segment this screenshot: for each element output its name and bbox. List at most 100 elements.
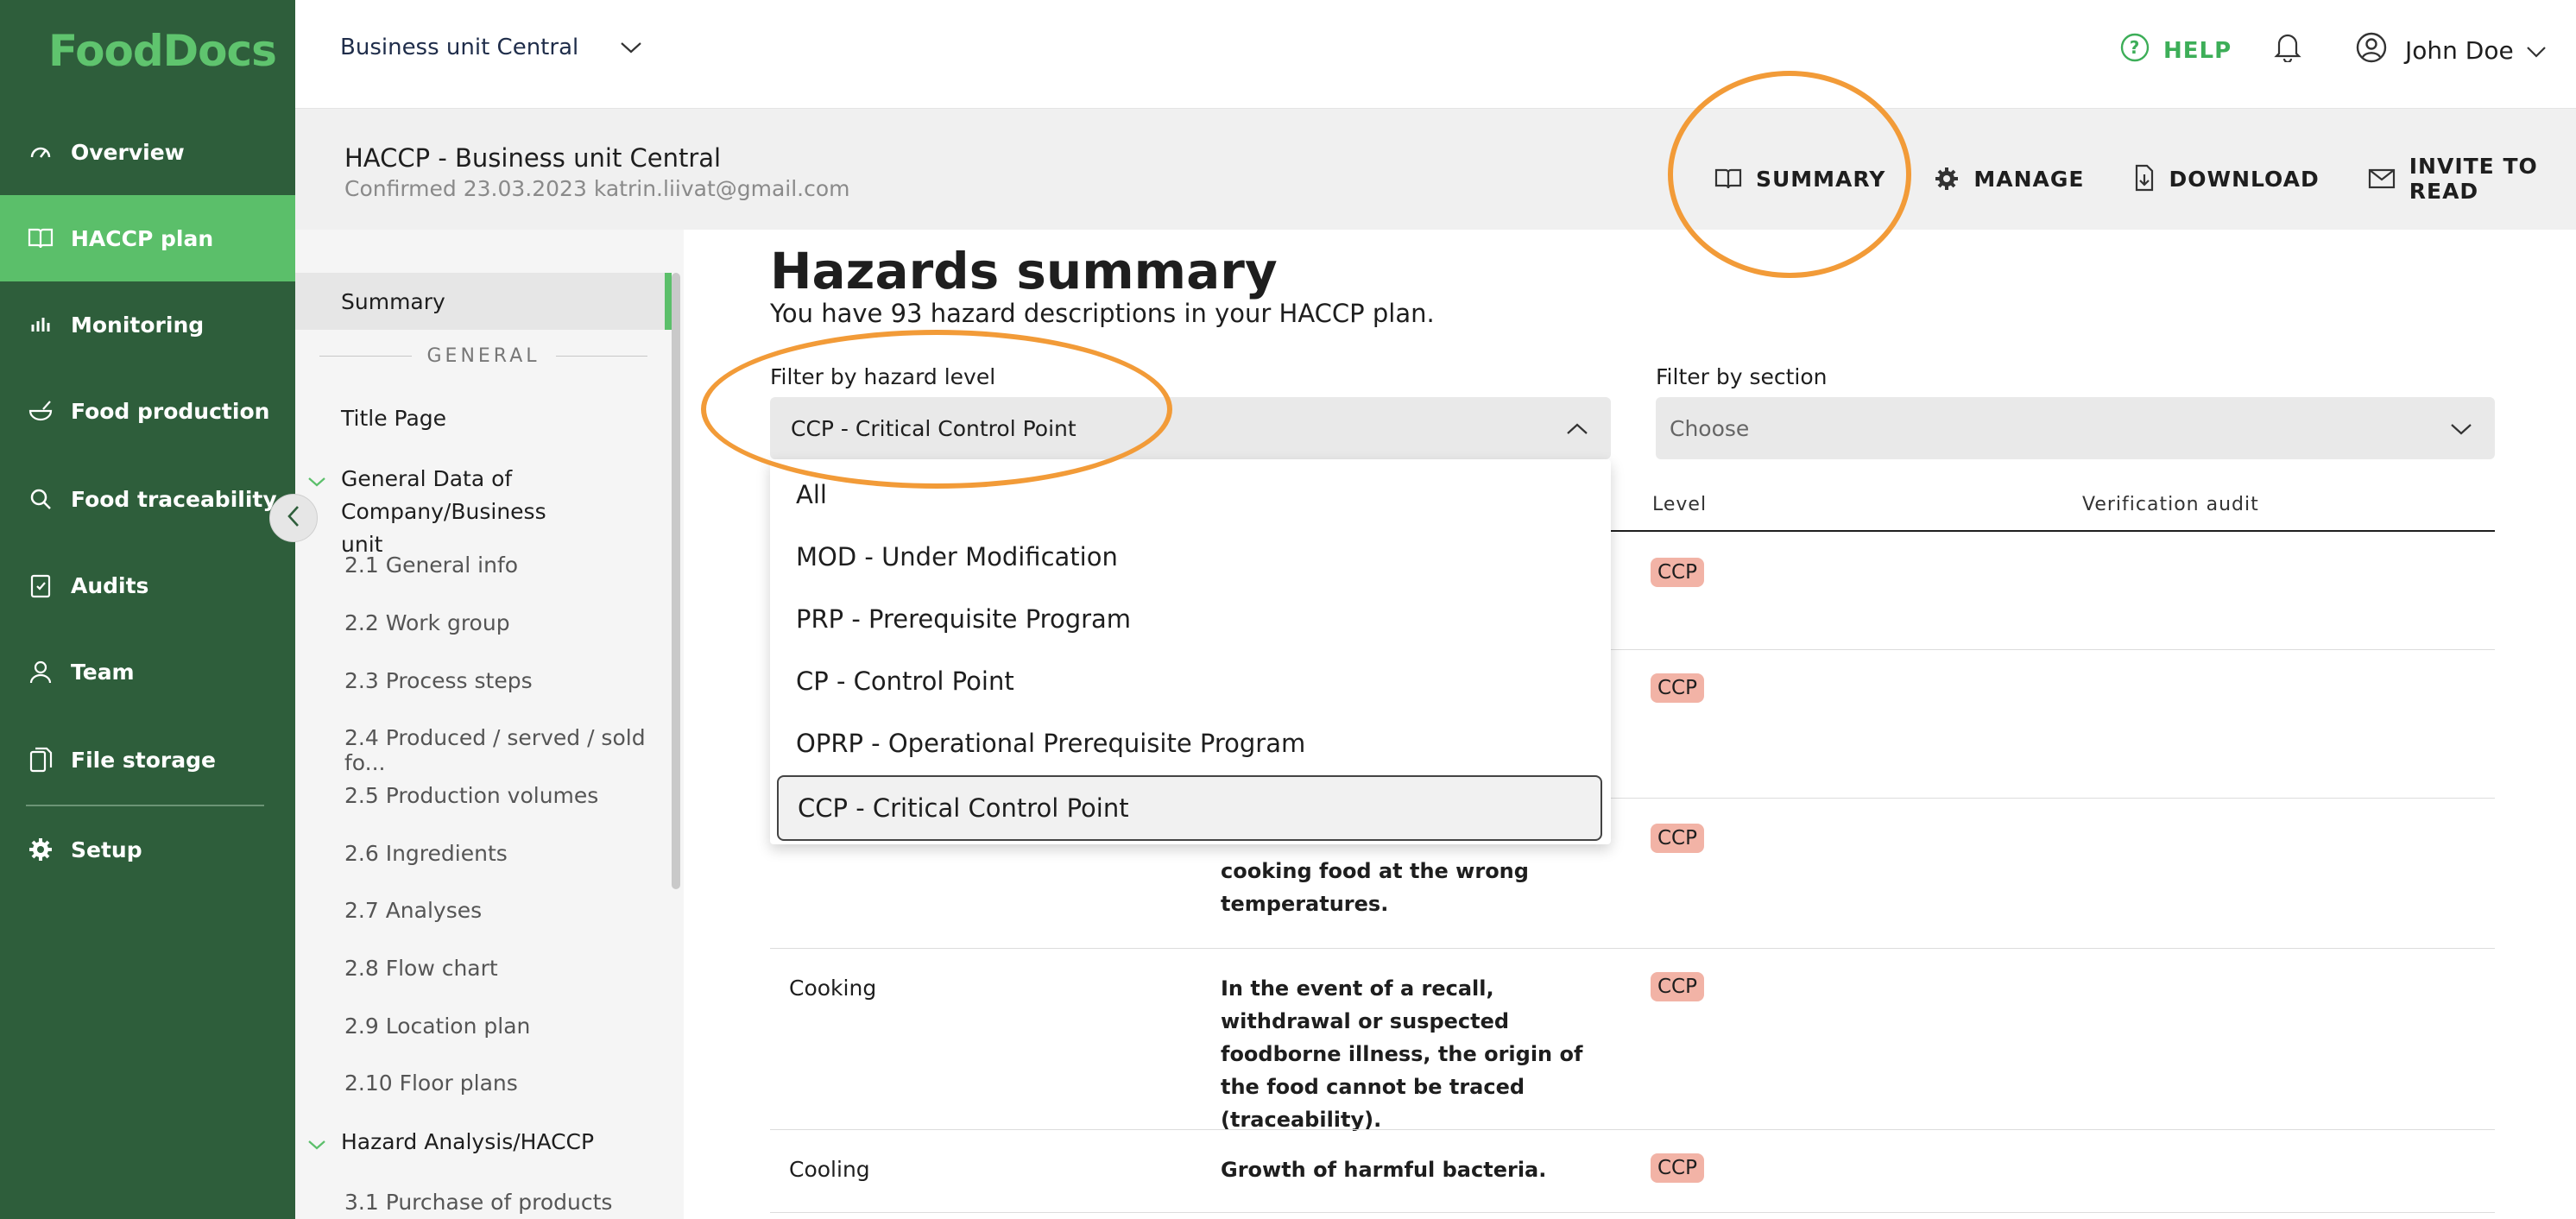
help-label: HELP	[2163, 37, 2232, 64]
sidebar-item-label: Setup	[71, 837, 142, 862]
divider	[319, 356, 412, 357]
sidebar-item-label: HACCP plan	[71, 225, 214, 251]
user-icon	[26, 657, 55, 686]
sidebar-item-label: File storage	[71, 747, 216, 773]
invite-label: INVITE TO READ	[2409, 154, 2538, 204]
invite-to-read-button[interactable]: INVITE TO READ	[2368, 154, 2576, 204]
toc-hazard-analysis-label: Hazard Analysis/HACCP	[341, 1129, 595, 1154]
download-button[interactable]: DOWNLOAD	[2133, 164, 2320, 193]
toc-title-page[interactable]: Title Page	[295, 406, 672, 431]
bell-icon[interactable]	[2274, 31, 2301, 66]
toc-scrollbar[interactable]	[672, 273, 680, 889]
sidebar-item-file-storage[interactable]: File storage	[0, 717, 295, 803]
toc-sub-item[interactable]: 2.5 Production volumes	[295, 783, 672, 808]
chevron-left-icon	[287, 505, 300, 531]
toc-summary[interactable]: Summary	[295, 273, 672, 330]
toc-summary-label: Summary	[341, 288, 445, 314]
collapse-sidebar-button[interactable]	[269, 494, 318, 542]
chevron-up-icon	[1566, 416, 1588, 441]
clipboard-icon	[26, 571, 55, 600]
dropdown-option-cp[interactable]: CP - Control Point	[796, 666, 1014, 696]
hazard-text: cooking food at the wrong temperatures.	[1221, 859, 1529, 916]
toc-section-general: GENERAL	[319, 345, 648, 367]
level-badge: CCP	[1651, 673, 1704, 703]
divider	[555, 356, 648, 357]
toc-sub-item[interactable]: 2.8 Flow chart	[295, 956, 672, 981]
toc-general-data-label: General Data of Company/Business unit	[341, 466, 546, 557]
toc-sub-item[interactable]: 2.1 General info	[295, 553, 672, 578]
files-icon	[26, 745, 55, 774]
sidebar-item-overview[interactable]: Overview	[0, 109, 295, 195]
sidebar-item-food-traceability[interactable]: Food traceability	[0, 456, 295, 542]
sidebar-item-team[interactable]: Team	[0, 628, 295, 715]
manage-button[interactable]: MANAGE	[1934, 166, 2084, 192]
user-menu[interactable]: John Doe	[2355, 31, 2547, 70]
user-name: John Doe	[2405, 36, 2514, 65]
sidebar-item-label: Overview	[71, 139, 185, 165]
chevron-down-icon	[2526, 36, 2547, 65]
toc-sub-item[interactable]: 2.7 Analyses	[295, 898, 672, 923]
page-title: Hazards summary	[770, 242, 1278, 300]
dropdown-option-ccp[interactable]: CCP - Critical Control Point	[777, 775, 1602, 841]
chevron-down-icon	[307, 464, 326, 497]
help-circle-icon: ?	[2120, 33, 2150, 68]
download-label: DOWNLOAD	[2169, 166, 2320, 192]
row-divider	[770, 948, 2495, 949]
sidebar-item-label: Audits	[71, 572, 149, 598]
sidebar-item-label: Monitoring	[71, 312, 205, 338]
sidebar-item-monitoring[interactable]: Monitoring	[0, 281, 295, 368]
gear-icon	[1934, 166, 1960, 192]
toc-general-data[interactable]: General Data of Company/Business unit	[295, 463, 589, 561]
toc-general-label: GENERAL	[426, 345, 540, 367]
row-divider	[770, 1129, 2495, 1130]
mail-icon	[2368, 167, 2396, 190]
toc-sub-item[interactable]: 3.1 Purchase of products	[295, 1190, 672, 1215]
help-button[interactable]: ? HELP	[2120, 33, 2232, 68]
chevron-down-icon	[2450, 416, 2472, 441]
level-badge: CCP	[1651, 1153, 1704, 1183]
toc-sub-item[interactable]: 2.10 Floor plans	[295, 1071, 672, 1096]
sidebar-item-food-production[interactable]: Food production	[0, 368, 295, 454]
annotation-circle-summary	[1668, 71, 1911, 278]
dropdown-option-oprp[interactable]: OPRP - Operational Prerequisite Program	[796, 729, 1305, 758]
fooddocs-logo[interactable]: FoodDocs	[48, 26, 277, 76]
toc-sub-item[interactable]: 2.9 Location plan	[295, 1014, 672, 1039]
toc-sub-item[interactable]: 2.6 Ingredients	[295, 841, 672, 866]
download-file-icon	[2133, 164, 2156, 193]
sidebar-item-haccp-plan[interactable]: HACCP plan	[0, 195, 295, 281]
toc-sub-item[interactable]: 2.2 Work group	[295, 610, 672, 635]
chevron-down-icon	[620, 35, 642, 60]
top-bar: Business unit Central ? HELP John Doe	[295, 0, 2576, 109]
column-header-level: Level	[1652, 494, 1708, 515]
gear-icon	[26, 835, 55, 864]
hazard-text: In the event of a recall, withdrawal or …	[1221, 976, 1583, 1132]
section-select[interactable]: Choose	[1656, 397, 2495, 459]
chevron-down-icon	[307, 1131, 326, 1156]
level-badge: CCP	[1651, 972, 1704, 1001]
plan-confirmation: Confirmed 23.03.2023 katrin.liivat@gmail…	[344, 176, 850, 201]
business-unit-select[interactable]: Business unit Central	[340, 35, 642, 60]
manage-label: MANAGE	[1973, 166, 2085, 192]
bar-chart-icon	[26, 310, 55, 339]
sidebar-item-label: Team	[71, 659, 135, 685]
sidebar-item-audits[interactable]: Audits	[0, 542, 295, 628]
sidebar-item-setup[interactable]: Setup	[0, 806, 295, 893]
toc-sub-item[interactable]: 2.4 Produced / served / sold fo...	[295, 725, 672, 775]
business-unit-value: Business unit Central	[340, 35, 579, 60]
sidebar-item-label: Food traceability	[71, 486, 277, 512]
hazard-text: Growth of harmful bacteria.	[1221, 1158, 1547, 1182]
plan-header: HACCP - Business unit Central Confirmed …	[295, 109, 2576, 230]
page-description: You have 93 hazard descriptions in your …	[770, 299, 1435, 328]
dropdown-option-prp[interactable]: PRP - Prerequisite Program	[796, 604, 1131, 634]
dropdown-option-mod[interactable]: MOD - Under Modification	[796, 542, 1118, 572]
left-sidebar: FoodDocs Overview HACCP plan Monitoring …	[0, 0, 295, 1219]
toc-hazard-analysis[interactable]: Hazard Analysis/HACCP	[295, 1129, 672, 1154]
bowl-icon	[26, 396, 55, 426]
process-step: Cooking	[789, 976, 877, 1001]
gauge-icon	[26, 137, 55, 167]
row-divider	[770, 1212, 2495, 1213]
toc-sub-item[interactable]: 2.3 Process steps	[295, 668, 672, 693]
dropdown-option-all[interactable]: All	[796, 480, 827, 509]
column-header-verification: Verification audit	[2082, 494, 2259, 515]
plan-title: HACCP - Business unit Central	[344, 143, 722, 173]
